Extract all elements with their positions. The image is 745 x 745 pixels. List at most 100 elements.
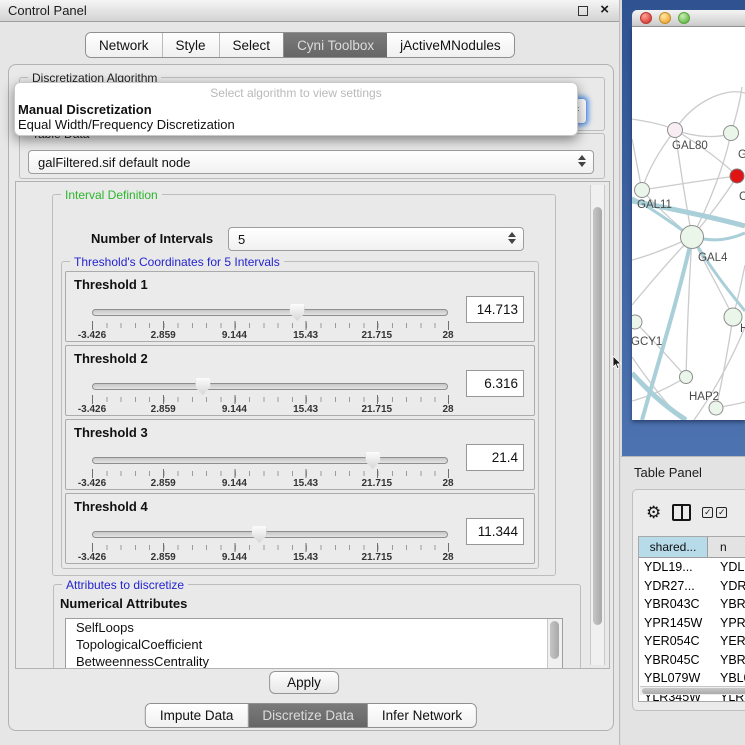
- cell-shared-name[interactable]: YBL079W: [639, 669, 708, 688]
- cell-shared-name[interactable]: YPR145W: [639, 614, 708, 633]
- tab[interactable]: jActiveMNodules: [387, 33, 514, 57]
- table-data-select[interactable]: galFiltered.sif default node: [28, 150, 594, 174]
- mode-tab[interactable]: Discretize Data: [247, 704, 368, 727]
- slider-tick-labels: -3.426 2.859 9.144 15.43 21.715 28: [92, 404, 448, 415]
- cyni-mode-tabs: Impute Data Discretize Data Infer Networ…: [145, 703, 477, 728]
- minimize-traffic-light-icon[interactable]: [659, 12, 671, 24]
- threshold-slider[interactable]: [92, 531, 448, 538]
- attribute-list-item[interactable]: BetweennessCentrality: [66, 653, 562, 669]
- attribute-list-item[interactable]: SelfLoops: [66, 619, 562, 636]
- dropdown-option[interactable]: Equal Width/Frequency Discretization: [15, 117, 577, 132]
- mode-tab[interactable]: Impute Data: [146, 704, 248, 727]
- cell-shared-name[interactable]: YDL19...: [639, 558, 708, 577]
- tab[interactable]: Network: [86, 33, 162, 57]
- cell-name[interactable]: YPR1: [708, 614, 745, 633]
- cell-name[interactable]: YBR0: [708, 595, 745, 614]
- tab[interactable]: Style: [162, 33, 219, 57]
- tab[interactable]: Cyni Toolbox: [283, 33, 387, 57]
- select-columns-icons[interactable]: ✓ ✓: [702, 507, 727, 518]
- close-traffic-light-icon[interactable]: [640, 12, 652, 24]
- network-node-gal11[interactable]: [635, 183, 650, 198]
- control-panel-tabs: Network Style: [85, 32, 515, 58]
- cell-shared-name[interactable]: YER054C: [639, 632, 708, 651]
- number-of-intervals-select[interactable]: 5: [228, 227, 524, 251]
- threshold-value-field[interactable]: [466, 296, 524, 323]
- table-row[interactable]: YBR043C YBR0: [639, 595, 745, 614]
- close-icon[interactable]: ×: [600, 1, 609, 18]
- table-body: YDL19... YDL1 YDR27... YDR2 YBR043C YBR0: [639, 558, 745, 702]
- checkbox-icon[interactable]: ✓: [716, 507, 727, 518]
- threshold-value-field[interactable]: [466, 370, 524, 397]
- dropdown-options: Manual Discretization Equal Width/Freque…: [15, 102, 577, 132]
- float-window-icon[interactable]: [578, 6, 588, 16]
- network-node[interactable]: [709, 401, 723, 415]
- tab-label: Cyni Toolbox: [297, 38, 374, 53]
- column-header-shared-name[interactable]: shared...: [639, 537, 708, 557]
- gear-icon[interactable]: ⚙: [646, 504, 661, 521]
- table-row[interactable]: YDL19... YDL1: [639, 558, 745, 577]
- columns-icon[interactable]: [672, 504, 691, 521]
- attributes-group: Attributes to discretize Numerical Attri…: [53, 584, 581, 669]
- threshold-slider[interactable]: [92, 309, 448, 316]
- network-node-gal80[interactable]: [668, 123, 683, 138]
- threshold-slider[interactable]: [92, 383, 448, 390]
- interval-definition-group: Interval Definition Number of Intervals …: [52, 194, 556, 576]
- zoom-traffic-light-icon[interactable]: [678, 12, 690, 24]
- table-row[interactable]: YBL079W YBL0: [639, 669, 745, 688]
- app-root: Control Panel × Network: [0, 0, 745, 745]
- slider-tick-labels: -3.426 2.859 9.144 15.43 21.715 28: [92, 552, 448, 563]
- cell-name[interactable]: YDR2: [708, 577, 745, 596]
- cell-shared-name[interactable]: YDR27...: [639, 577, 708, 596]
- node-label: GAL4: [698, 252, 728, 264]
- cell-name[interactable]: YBL0: [708, 669, 745, 688]
- cell-name[interactable]: YBR0: [708, 651, 745, 670]
- tab-label: jActiveMNodules: [400, 38, 501, 53]
- threshold-value-field[interactable]: [466, 518, 524, 545]
- node-label: C: [739, 191, 745, 203]
- network-node-hap2[interactable]: [680, 371, 693, 384]
- attributes-list-scrollbar[interactable]: [547, 619, 562, 669]
- threshold-slider[interactable]: [92, 457, 448, 464]
- attributes-group-title: Attributes to discretize: [62, 578, 188, 592]
- cell-shared-name[interactable]: YBR043C: [639, 595, 708, 614]
- network-canvas[interactable]: GAL80 G C GAL11 GAL4 GCY1 H HAP2: [632, 27, 745, 420]
- cell-name[interactable]: YER0: [708, 632, 745, 651]
- settings-scrollbar[interactable]: [590, 185, 605, 665]
- table-row[interactable]: YPR145W YPR1: [639, 614, 745, 633]
- slider-ticks: [92, 543, 449, 552]
- table-row[interactable]: YDR27... YDR2: [639, 577, 745, 596]
- table-row[interactable]: YBR045C YBR0: [639, 651, 745, 670]
- combo-arrows-icon: [508, 232, 516, 244]
- table-panel-box: ⚙ ✓ ✓ shared... n YDL19... YDL1: [632, 489, 745, 711]
- node-label: H: [740, 323, 745, 335]
- cell-name[interactable]: YDL1: [708, 558, 745, 577]
- tab[interactable]: Select: [219, 33, 284, 57]
- control-panel-window: Control Panel × Network: [0, 0, 620, 745]
- number-of-intervals-label: Number of Intervals: [91, 231, 213, 246]
- mode-tab-label: Discretize Data: [262, 708, 354, 723]
- slider-thumb[interactable]: [252, 526, 267, 543]
- apply-button[interactable]: Apply: [269, 671, 339, 694]
- dropdown-option[interactable]: Manual Discretization: [15, 102, 577, 117]
- table-panel: Table Panel ⚙ ✓ ✓ shared... n YDL1: [621, 456, 745, 745]
- tab-label: Network: [99, 38, 149, 53]
- slider-thumb[interactable]: [195, 378, 210, 395]
- number-of-intervals-value: 5: [238, 232, 245, 247]
- network-node-gcy1[interactable]: [632, 315, 642, 329]
- network-node[interactable]: [724, 126, 739, 141]
- table-horizontal-scrollbar[interactable]: [640, 686, 745, 695]
- slider-thumb[interactable]: [290, 304, 305, 321]
- network-node-selected[interactable]: [730, 169, 744, 183]
- thresholds-group: Threshold's Coordinates for 5 Intervals …: [61, 261, 539, 569]
- network-node-gal4[interactable]: [681, 226, 704, 249]
- table-row[interactable]: YER054C YER0: [639, 632, 745, 651]
- threshold-value-field[interactable]: [466, 444, 524, 471]
- mode-tab[interactable]: Infer Network: [368, 704, 476, 727]
- checkbox-icon[interactable]: ✓: [702, 507, 713, 518]
- column-header-name[interactable]: n: [708, 537, 745, 557]
- numerical-attributes-list: SelfLoops TopologicalCoefficient Between…: [65, 618, 563, 669]
- cell-shared-name[interactable]: YBR045C: [639, 651, 708, 670]
- mode-tab-label: Impute Data: [160, 708, 234, 723]
- slider-thumb[interactable]: [365, 452, 380, 469]
- attribute-list-item[interactable]: TopologicalCoefficient: [66, 636, 562, 653]
